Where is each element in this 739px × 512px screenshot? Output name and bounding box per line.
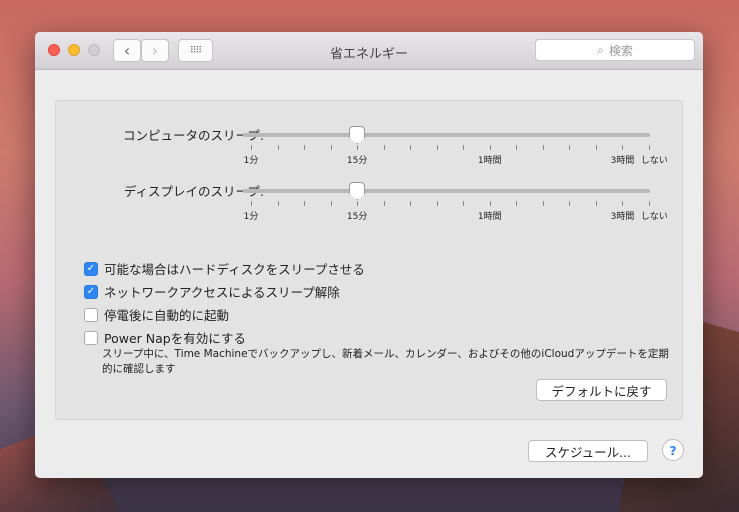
slider-tick [383,145,385,150]
checkbox-label: 停電後に自動的に起動 [104,308,230,323]
tick-label: 15分 [346,156,368,166]
slider-tick [436,145,438,150]
slider-tick [489,201,491,206]
slider-track[interactable] [243,133,650,137]
slider-tick [251,145,252,150]
tick-label: 3時間 [610,156,635,166]
checkbox-auto-restart[interactable]: 停電後に自動的に起動 [84,305,229,324]
checkbox-label: Power Napを有効にする [104,331,246,346]
checkbox-label: 可能な場合はハードディスクをスリープさせる [104,262,365,277]
checkbox-label: ネットワークアクセスによるスリープ解除 [104,285,340,300]
slider-tick [463,145,465,150]
slider-tick [251,201,252,206]
checkbox-disk-sleep[interactable]: ✓ 可能な場合はハードディスクをスリープさせる [84,259,365,278]
checkbox-icon [84,307,98,322]
slider-tick [489,145,491,150]
slider-tick [569,145,571,150]
slider-tick [277,145,279,150]
checkbox-icon: ✓ [84,284,98,299]
slider-tick [304,145,306,150]
checkbox-network-wake[interactable]: ✓ ネットワークアクセスによるスリープ解除 [84,282,340,301]
slider-tick [569,201,571,206]
tick-label: 1時間 [477,212,502,222]
slider-thumb[interactable] [349,126,366,144]
checkbox-icon [84,330,98,345]
tick-label: 1分 [243,212,259,222]
slider-tick [304,201,306,206]
slider-tick [516,201,518,206]
slider-tick [277,201,279,206]
power-nap-description: スリープ中に、Time Machineでバックアップし、新着メール、カレンダー、… [102,348,669,375]
search-input[interactable]: ⌕ 検索 [535,39,695,61]
slider-tick [595,201,597,206]
energy-saver-window: ‹ › ⠿⠿ 省エネルギー ⌕ 検索 コンピュータのスリープ: ディスプレイのスリ… [35,32,703,478]
slider-tick [330,201,332,206]
search-icon: ⌕ [597,42,604,57]
tick-label: しない [640,156,668,166]
slider-tick [649,145,650,150]
slider-tick [622,201,624,206]
slider-tick [542,145,544,150]
slider-tick [410,145,412,150]
schedule-button[interactable]: スケジュール... [528,440,648,462]
help-button[interactable]: ? [662,439,684,461]
slider-tick [330,145,332,150]
settings-panel: コンピュータのスリープ: ディスプレイのスリープ: ✓ 可能な場合はハードディスク… [55,100,683,420]
search-placeholder: 検索 [608,43,633,58]
tick-label: 15分 [346,212,368,222]
title-bar: ‹ › ⠿⠿ 省エネルギー ⌕ 検索 [35,32,703,70]
slider-tick [595,145,597,150]
slider-thumb[interactable] [349,182,366,200]
slider-tick [436,201,438,206]
slider-tick [516,145,518,150]
tick-label: 1分 [243,156,259,166]
restore-defaults-button[interactable]: デフォルトに戻す [536,379,667,401]
tick-label: 3時間 [610,212,635,222]
slider-tick [542,201,544,206]
slider-tick [410,201,412,206]
slider-track[interactable] [243,189,650,193]
checkbox-icon: ✓ [84,261,98,276]
slider-tick [622,145,624,150]
slider-tick [649,201,650,206]
slider-tick [357,145,359,150]
tick-label: しない [640,212,668,222]
slider-tick [463,201,465,206]
slider-tick [383,201,385,206]
tick-label: 1時間 [477,156,502,166]
slider-tick [357,201,359,206]
checkbox-power-nap[interactable]: Power Napを有効にする [84,328,246,347]
